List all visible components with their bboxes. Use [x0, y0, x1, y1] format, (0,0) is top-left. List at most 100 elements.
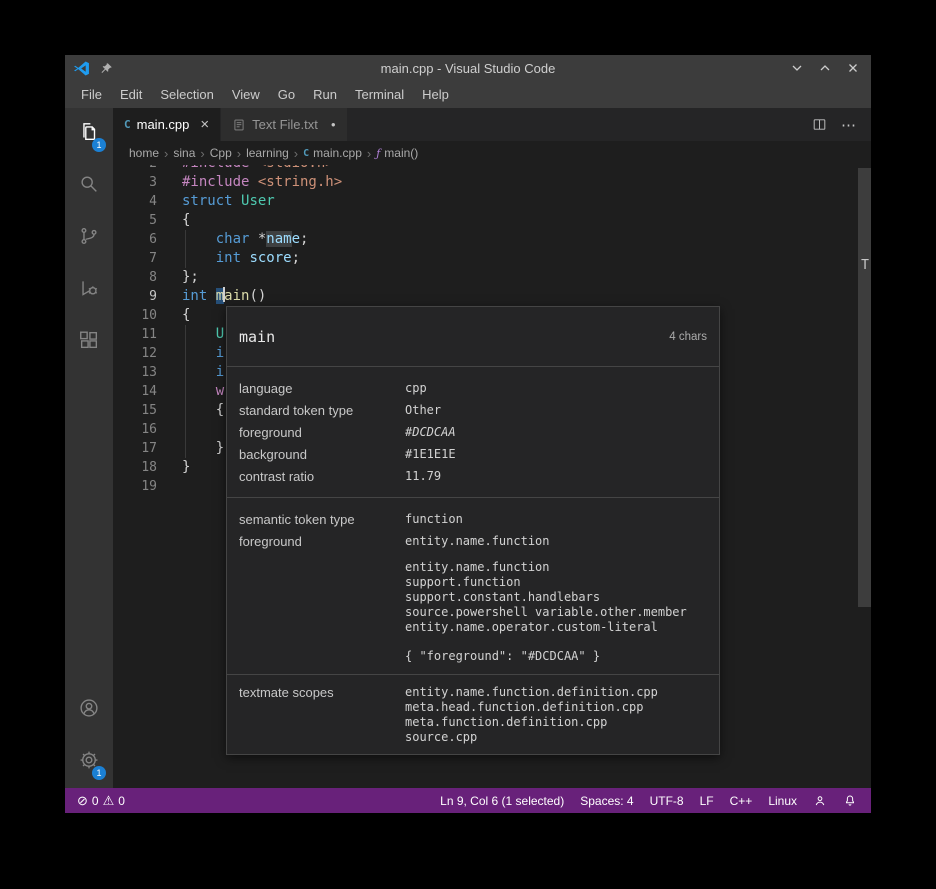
- code-text: char *name;: [182, 230, 308, 249]
- breadcrumb-item-sina[interactable]: sina: [172, 146, 196, 160]
- problems-indicator[interactable]: ⊘ 0 ⚠ 0: [77, 794, 125, 808]
- eol-indicator[interactable]: LF: [700, 794, 714, 808]
- pin-icon[interactable]: [100, 62, 113, 75]
- breadcrumb-item-main-[interactable]: ƒ main(): [375, 146, 419, 160]
- code-text: w: [182, 382, 224, 401]
- breadcrumb-label: main.cpp: [313, 146, 362, 160]
- code-text: }: [182, 458, 190, 477]
- code-text: {: [182, 401, 224, 420]
- code-text: {: [182, 306, 190, 325]
- split-editor-icon[interactable]: [812, 117, 827, 132]
- tab-main-cpp[interactable]: C main.cpp ×: [113, 108, 221, 141]
- cpp-file-icon: C: [124, 118, 131, 131]
- scope-entry: support.constant.handlebars: [405, 590, 601, 604]
- menu-item-run[interactable]: Run: [304, 81, 346, 108]
- code-token: };: [182, 269, 199, 285]
- code-token: <string.h>: [257, 174, 343, 190]
- explorer-icon[interactable]: 1: [65, 108, 113, 156]
- menu-item-edit[interactable]: Edit: [111, 81, 151, 108]
- tab-text-file[interactable]: Text File.txt ●: [221, 108, 347, 141]
- vertical-scrollbar[interactable]: [858, 168, 871, 607]
- os-indicator[interactable]: Linux: [768, 794, 797, 808]
- window-title: main.cpp - Visual Studio Code: [380, 60, 556, 76]
- code-line-3[interactable]: 3 #include <string.h>: [113, 173, 871, 192]
- hover-token-length: 4 chars: [669, 330, 707, 343]
- line-number: 16: [141, 422, 157, 437]
- scope-entry: meta.function.definition.cpp: [405, 715, 608, 729]
- window-close-button[interactable]: [847, 62, 859, 74]
- hover-header: main 4 chars: [227, 307, 719, 367]
- line-number: 5: [149, 213, 157, 228]
- line-number: 9: [149, 289, 157, 304]
- code-line-4[interactable]: 4 struct User: [113, 192, 871, 211]
- source-control-icon[interactable]: [65, 212, 113, 260]
- menu-item-go[interactable]: Go: [269, 81, 304, 108]
- modified-dot-icon[interactable]: ●: [331, 120, 336, 129]
- menu-item-terminal[interactable]: Terminal: [346, 81, 413, 108]
- status-bar: ⊘ 0 ⚠ 0 Ln 9, Col 6 (1 selected) Spaces:…: [65, 788, 871, 813]
- breadcrumb-label: sina: [173, 146, 196, 160]
- indent-guide: [185, 363, 186, 382]
- code-line-8[interactable]: 8};: [113, 268, 871, 287]
- hover-value: Other: [405, 403, 442, 417]
- line-number: 3: [149, 175, 157, 190]
- indent-guide: [185, 325, 186, 344]
- encoding-indicator[interactable]: UTF-8: [650, 794, 684, 808]
- text-file-icon: [232, 118, 246, 132]
- line-number: 17: [141, 441, 157, 456]
- code-line-2[interactable]: 2 #include <stdio.h>: [113, 165, 871, 173]
- window-maximize-button[interactable]: [819, 62, 831, 74]
- menu-item-help[interactable]: Help: [413, 81, 458, 108]
- menu-item-selection[interactable]: Selection: [151, 81, 222, 108]
- code-token: ain: [224, 288, 250, 304]
- line-number: 6: [149, 232, 157, 247]
- editor-actions: ⋯: [812, 108, 871, 141]
- breadcrumb-item-home[interactable]: home: [128, 146, 160, 160]
- error-icon: ⊘: [77, 793, 88, 808]
- code-text: int score;: [182, 249, 300, 268]
- code-line-5[interactable]: 5{: [113, 211, 871, 230]
- indentation-indicator[interactable]: Spaces: 4: [580, 794, 633, 808]
- title-bar[interactable]: main.cpp - Visual Studio Code: [65, 55, 871, 81]
- code-token: score: [249, 250, 292, 266]
- cursor-position[interactable]: Ln 9, Col 6 (1 selected): [440, 794, 564, 808]
- run-debug-icon[interactable]: [65, 264, 113, 312]
- tab-bar: C main.cpp × Text File.txt ● ⋯: [113, 108, 871, 141]
- window-minimize-button[interactable]: [791, 62, 803, 74]
- code-line-7[interactable]: 7 int score;: [113, 249, 871, 268]
- account-icon[interactable]: [65, 684, 113, 732]
- more-actions-icon[interactable]: ⋯: [841, 116, 857, 134]
- scope-entry: entity.name.function.definition.cpp: [405, 685, 658, 699]
- hover-metadata-row: contrast ratio 11.79: [239, 465, 707, 487]
- code-token: {: [182, 212, 191, 228]
- language-mode[interactable]: C++: [730, 794, 753, 808]
- tab-close-icon[interactable]: ×: [200, 116, 209, 133]
- code-line-9[interactable]: 9 int main(): [113, 287, 871, 306]
- menu-item-file[interactable]: File: [72, 81, 111, 108]
- line-number: 8: [149, 270, 157, 285]
- breadcrumb-item-cpp[interactable]: Cpp: [209, 146, 233, 160]
- code-line-6[interactable]: 6 char *name;: [113, 230, 871, 249]
- hover-label: foreground: [239, 424, 302, 440]
- code-token: {: [182, 307, 191, 323]
- notifications-bell-icon[interactable]: [843, 794, 857, 808]
- menu-item-view[interactable]: View: [223, 81, 269, 108]
- breadcrumb-item-main-cpp[interactable]: Cmain.cpp: [302, 146, 363, 160]
- error-count: 0: [91, 793, 99, 808]
- breadcrumb-item-learning[interactable]: learning: [245, 146, 290, 160]
- feedback-icon[interactable]: [813, 794, 827, 808]
- editor[interactable]: 2#include <stdio.h>3#include <string.h>4…: [113, 165, 871, 788]
- symbol-method-icon: ƒ: [376, 146, 381, 160]
- settings-gear-icon[interactable]: 1: [65, 736, 113, 784]
- menu-bar: File Edit Selection View Go Run Terminal Help: [65, 81, 871, 108]
- code-text: #include <stdio.h>: [182, 165, 334, 173]
- extensions-icon[interactable]: [65, 316, 113, 364]
- search-icon[interactable]: [65, 160, 113, 208]
- hover-label: standard token type: [239, 402, 354, 418]
- code-text: #include <string.h>: [182, 173, 342, 192]
